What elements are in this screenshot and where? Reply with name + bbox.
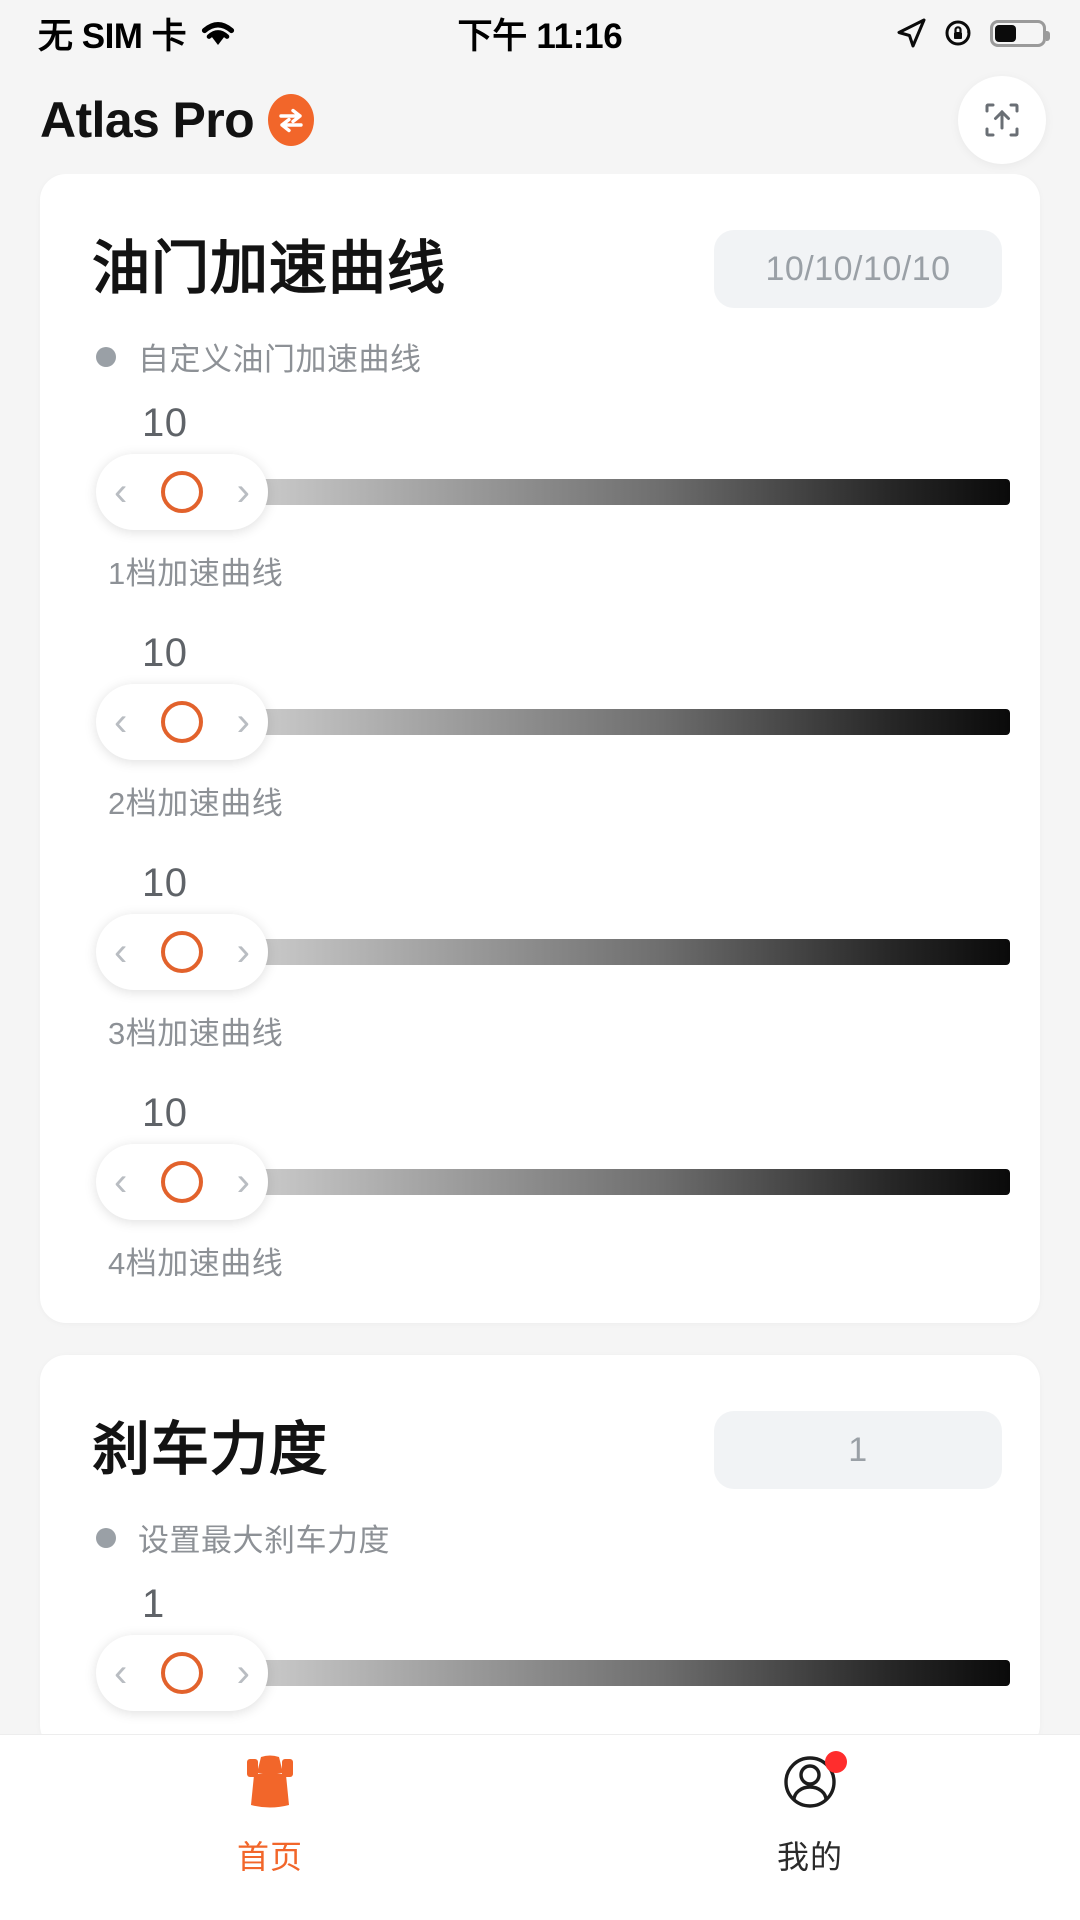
slider-row: 10 ‹ › 4档加速曲线 [70,1091,1010,1283]
slider-gradient-bar [236,1169,1010,1195]
status-bar: 无 SIM 卡 下午 11:16 [0,0,1080,66]
tab-home[interactable]: 首页 [0,1753,540,1878]
chevron-left-icon[interactable]: ‹ [114,1653,127,1693]
car-front-icon [247,1755,293,1808]
slider-stepper[interactable]: ‹ › [96,1635,268,1711]
slider-track-wrap[interactable]: ‹ › [96,1144,1010,1220]
card-throttle-curve: 油门加速曲线 10/10/10/10 自定义油门加速曲线 10 ‹ › 1档加速… [40,174,1040,1323]
slider-knob[interactable] [161,1161,203,1203]
tab-profile-label: 我的 [776,1839,843,1875]
slider-track-wrap[interactable]: ‹ › [96,684,1010,760]
chevron-left-icon[interactable]: ‹ [114,932,127,972]
slider-label: 3档加速曲线 [108,1016,284,1051]
card-value-badge[interactable]: 10/10/10/10 [714,230,1002,308]
chevron-right-icon[interactable]: › [237,472,250,512]
slider-label: 2档加速曲线 [108,786,284,821]
slider-gradient-bar [236,939,1010,965]
chevron-right-icon[interactable]: › [237,932,250,972]
card-subtitle: 设置最大刹车力度 [138,1523,390,1558]
chevron-right-icon[interactable]: › [237,1653,250,1693]
bullet-dot-icon [96,1527,116,1548]
slider-value: 10 [142,401,188,445]
tab-profile[interactable]: 我的 [540,1751,1080,1878]
chevron-left-icon[interactable]: ‹ [114,702,127,742]
card-value-badge[interactable]: 1 [714,1411,1002,1489]
slider-gradient-bar [236,479,1010,505]
upload-button[interactable] [958,76,1046,164]
slider-track-wrap[interactable]: ‹ › [96,454,1010,530]
card-header: 油门加速曲线 10/10/10/10 [70,230,1010,308]
tab-profile-icon-wrap [779,1751,847,1818]
app-bar: Atlas Pro [0,66,1080,174]
slider-row: 10 ‹ › 1档加速曲线 [70,401,1010,593]
slider-label: 1档加速曲线 [108,556,284,591]
brand: Atlas Pro [40,91,315,149]
chevron-left-icon[interactable]: ‹ [114,472,127,512]
status-bar-left: 无 SIM 卡 [38,8,238,59]
status-bar-right [894,16,1050,50]
chevron-left-icon[interactable]: ‹ [114,1162,127,1202]
slider-value: 10 [142,861,188,905]
slider-stepper[interactable]: ‹ › [96,454,268,530]
card-subtitle: 自定义油门加速曲线 [138,342,422,377]
carrier-label: 无 SIM 卡 [38,16,187,56]
battery-icon [990,19,1050,47]
slider-knob[interactable] [161,1652,203,1694]
slider-gradient-bar [236,709,1010,735]
slider-knob[interactable] [161,701,203,743]
card-subtitle-row: 设置最大刹车力度 [70,1515,1010,1560]
slider-value: 1 [142,1582,165,1626]
slider-stepper[interactable]: ‹ › [96,684,268,760]
card-brake-force: 刹车力度 1 设置最大刹车力度 1 ‹ › [40,1355,1040,1751]
slider-value: 10 [142,631,188,675]
bullet-dot-icon [96,346,116,367]
page-title: Atlas Pro [40,92,255,148]
card-title: 刹车力度 [92,1416,329,1482]
rotation-lock-icon [945,20,971,46]
slider-row: 1 ‹ › [70,1582,1010,1711]
slider-track-wrap[interactable]: ‹ › [96,1635,1010,1711]
upload-box-icon [985,103,1019,137]
wifi-icon [202,22,235,45]
tab-home-icon-wrap [239,1753,301,1818]
slider-knob[interactable] [161,471,203,513]
slider-gradient-bar [236,1660,1010,1686]
slider-knob[interactable] [161,931,203,973]
tab-bar: 首页 我的 [0,1734,1080,1920]
chevron-right-icon[interactable]: › [237,702,250,742]
slider-track-wrap[interactable]: ‹ › [96,914,1010,990]
slider-value: 10 [142,1091,188,1135]
slider-row: 10 ‹ › 3档加速曲线 [70,861,1010,1053]
card-subtitle-row: 自定义油门加速曲线 [70,334,1010,379]
slider-row: 10 ‹ › 2档加速曲线 [70,631,1010,823]
card-header: 刹车力度 1 [70,1411,1010,1489]
card-title: 油门加速曲线 [92,235,447,301]
slider-stepper[interactable]: ‹ › [96,914,268,990]
notification-badge [825,1751,847,1773]
slider-stepper[interactable]: ‹ › [96,1144,268,1220]
scroll-content[interactable]: 油门加速曲线 10/10/10/10 自定义油门加速曲线 10 ‹ › 1档加速… [0,174,1080,1920]
location-arrow-icon [897,18,926,48]
slider-label: 4档加速曲线 [108,1246,284,1281]
chevron-right-icon[interactable]: › [237,1162,250,1202]
tab-home-label: 首页 [236,1839,303,1875]
swap-arrows-icon [268,94,315,146]
